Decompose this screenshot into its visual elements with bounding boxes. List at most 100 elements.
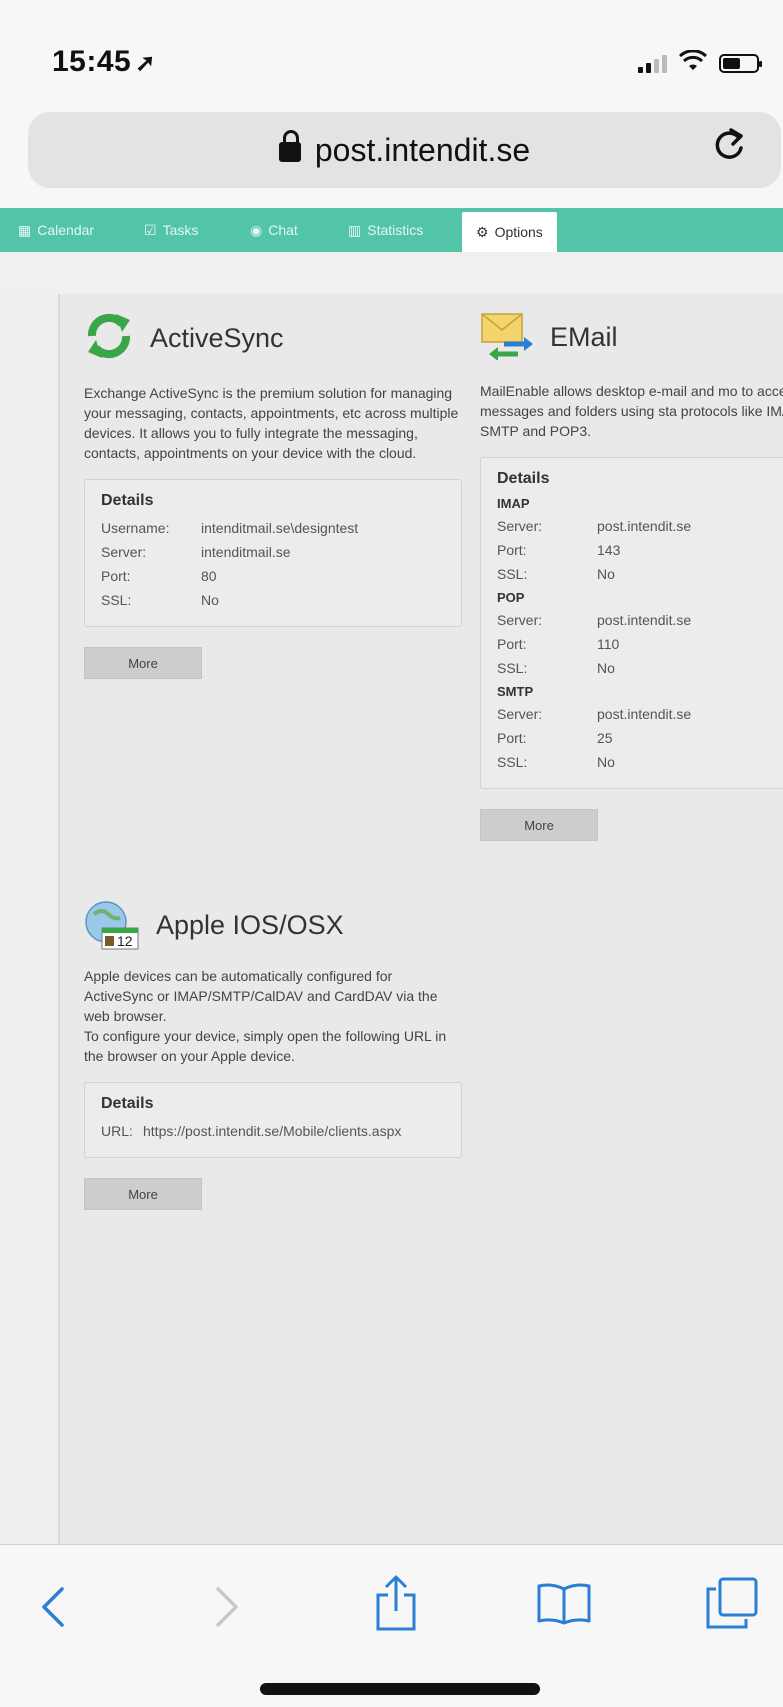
chart-icon: ▥ — [348, 222, 362, 238]
detail-key: Port: — [497, 636, 527, 652]
gear-icon: ⚙ — [476, 224, 489, 240]
detail-value: 110 — [597, 636, 620, 652]
back-icon[interactable] — [38, 1585, 68, 1634]
activesync-details: Details Username: intenditmail.se\designt… — [84, 479, 462, 627]
tab-chat[interactable]: ◉ Chat — [250, 208, 298, 252]
detail-row-port: Port: 25 — [497, 726, 783, 750]
details-heading: Details — [497, 470, 550, 487]
share-icon[interactable] — [374, 1575, 418, 1636]
options-subheader — [0, 252, 783, 294]
detail-value: intenditmail.se — [201, 544, 291, 560]
apple-description-line-1: Apple devices can be automatically confi… — [84, 968, 438, 1024]
detail-key: SSL: — [497, 660, 528, 676]
email-more-button[interactable]: More — [480, 809, 598, 841]
tab-label: Chat — [268, 222, 298, 238]
detail-key: SSL: — [497, 754, 528, 770]
tab-label: Tasks — [162, 222, 199, 238]
forward-icon[interactable] — [212, 1585, 242, 1634]
email-header: EMail — [480, 310, 783, 365]
mail-icon — [480, 310, 534, 365]
apple-description: Apple devices can be automatically confi… — [84, 966, 464, 1066]
detail-value: 80 — [201, 568, 217, 584]
lock-icon — [278, 130, 301, 162]
url-text: post.intendit.se — [314, 132, 531, 168]
tabs-icon[interactable] — [706, 1577, 758, 1634]
detail-row-server: Server: post.intendit.se — [497, 514, 783, 538]
apple-more-button[interactable]: More — [84, 1178, 202, 1210]
detail-value: No — [597, 754, 615, 770]
home-indicator[interactable] — [260, 1683, 540, 1695]
activesync-description: Exchange ActiveSync is the premium solut… — [84, 385, 459, 461]
detail-value: No — [597, 566, 615, 582]
detail-key: Port: — [497, 542, 527, 558]
email-title: EMail — [550, 322, 618, 352]
detail-row-server: Server: intenditmail.se — [101, 540, 445, 564]
activesync-section: ActiveSync Exchange ActiveSync is the pr… — [84, 310, 464, 679]
detail-value: intenditmail.se\designtest — [201, 520, 359, 536]
tab-options[interactable]: ⚙ Options — [462, 212, 557, 252]
apple-header: 12 Apple IOS/OSX — [84, 900, 464, 950]
details-heading: Details — [101, 1095, 154, 1112]
cellular-signal-icon — [638, 53, 667, 73]
detail-key: Port: — [101, 568, 131, 584]
location-arrow-icon: ➚ — [135, 50, 156, 77]
system-icons — [638, 49, 762, 76]
detail-value: 143 — [597, 542, 621, 558]
tab-label: Calendar — [37, 222, 95, 238]
detail-row-ssl: SSL: No — [497, 562, 783, 586]
email-section: EMail MailEnable allows desktop e-mail a… — [480, 310, 783, 841]
detail-row-server: Server: post.intendit.se — [497, 608, 783, 632]
detail-key: Server: — [101, 544, 147, 560]
email-details: Details IMAP Server: post.intendit.se Por… — [480, 457, 783, 789]
apple-device-icon: 12 — [84, 900, 140, 950]
detail-key: Server: — [497, 612, 543, 628]
detail-key: Port: — [497, 730, 527, 746]
detail-row-url: URL: https://post.intendit.se/Mobile/clie… — [101, 1119, 445, 1143]
detail-value: No — [201, 592, 219, 608]
protocol-imap-label: IMAP — [497, 496, 530, 511]
detail-row-username: Username: intenditmail.se\designtest — [101, 516, 445, 540]
battery-icon — [719, 53, 762, 73]
detail-value: 25 — [597, 730, 613, 746]
detail-key: URL: — [101, 1123, 133, 1139]
tab-label: Options — [494, 224, 543, 240]
checkbox-icon: ☑ — [144, 222, 157, 238]
detail-key: Server: — [497, 706, 543, 722]
detail-key: Server: — [497, 518, 543, 534]
clients-url-link[interactable]: https://post.intendit.se/Mobile/clients.… — [143, 1119, 401, 1143]
activesync-header: ActiveSync — [84, 310, 464, 367]
status-time: 15:45 ➚ — [52, 45, 156, 79]
protocol-pop-label: POP — [497, 590, 525, 605]
reload-icon[interactable] — [711, 124, 747, 174]
detail-key: SSL: — [101, 592, 132, 608]
detail-value: No — [597, 660, 615, 676]
url-display[interactable]: post.intendit.se — [28, 130, 781, 169]
tab-tasks[interactable]: ☑ Tasks — [144, 208, 198, 252]
detail-row-port: Port: 80 — [101, 564, 445, 588]
detail-value: post.intendit.se — [597, 518, 692, 534]
apple-icon-badge: 12 — [117, 933, 133, 949]
apple-description-line-2: To configure your device, simply open th… — [84, 1028, 447, 1064]
details-heading: Details — [101, 492, 154, 509]
detail-key: Username: — [101, 520, 170, 536]
time-text: 15:45 — [52, 45, 132, 78]
tab-label: Statistics — [367, 222, 424, 238]
address-bar[interactable]: post.intendit.se — [28, 112, 781, 188]
detail-value: post.intendit.se — [597, 706, 692, 722]
bookmarks-icon[interactable] — [536, 1581, 592, 1630]
detail-row-port: Port: 143 — [497, 538, 783, 562]
tab-calendar[interactable]: ▦ Calendar — [18, 208, 94, 252]
protocol-smtp-label: SMTP — [497, 684, 534, 699]
tab-statistics[interactable]: ▥ Statistics — [348, 208, 423, 252]
detail-key: SSL: — [497, 566, 528, 582]
detail-row-ssl: SSL: No — [101, 588, 445, 612]
detail-row-server: Server: post.intendit.se — [497, 702, 783, 726]
activesync-more-button[interactable]: More — [84, 647, 202, 679]
calendar-icon: ▦ — [18, 222, 32, 238]
left-pane — [0, 294, 58, 1544]
detail-row-ssl: SSL: No — [497, 656, 783, 680]
detail-value: post.intendit.se — [597, 612, 692, 628]
app-tab-bar: ▦ Calendar ☑ Tasks ◉ Chat ▥ Statistics ⚙ Opti… — [0, 208, 783, 252]
status-bar: 15:45 ➚ — [0, 0, 783, 110]
wifi-icon — [678, 49, 708, 76]
